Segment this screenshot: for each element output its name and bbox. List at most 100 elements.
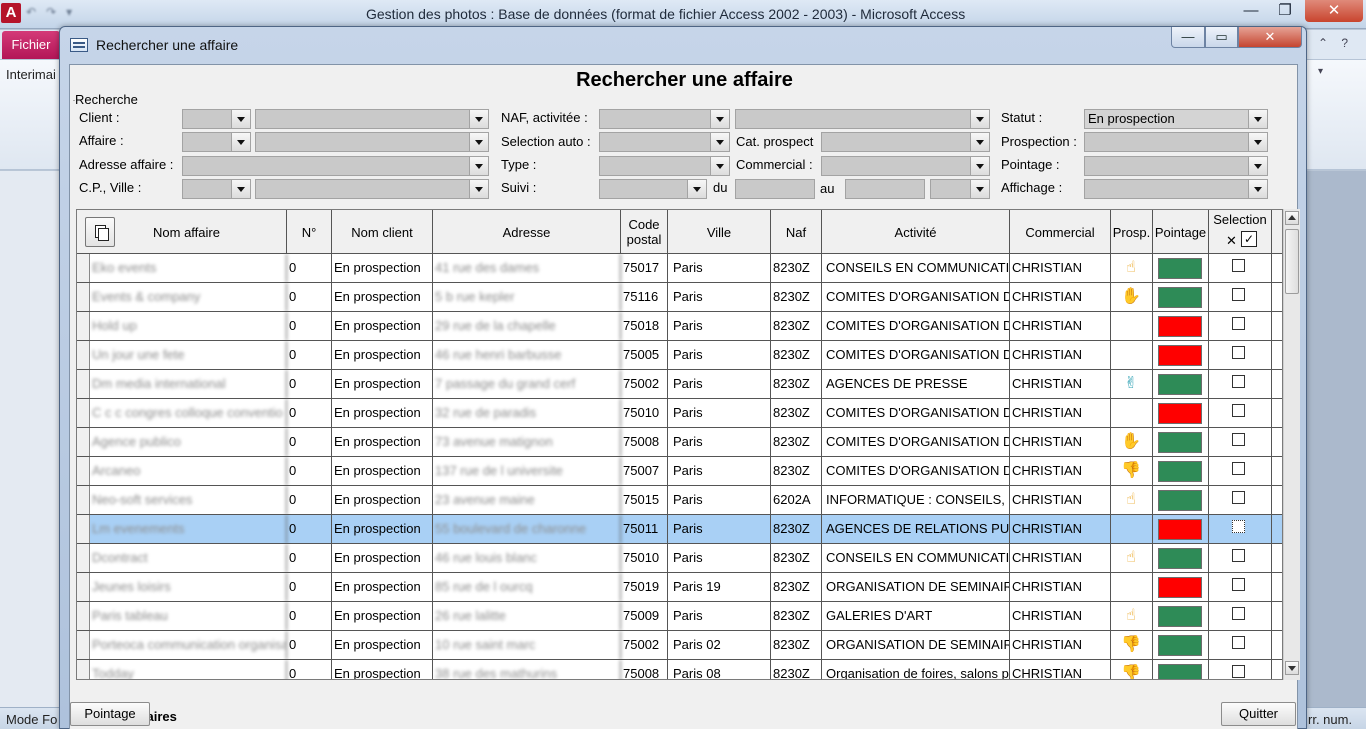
cell-prosp[interactable]: 👎	[1111, 660, 1153, 679]
cell-naf[interactable]: 8230Z	[771, 602, 822, 630]
cell-naf[interactable]: 6202A	[771, 486, 822, 514]
cell-pointage[interactable]	[1153, 515, 1209, 543]
row-selector[interactable]	[77, 399, 90, 427]
cell-nom-affaire[interactable]: C c c congres colloque conventio	[90, 399, 287, 427]
cell-code-postal[interactable]: 75010	[621, 399, 668, 427]
cell-numero[interactable]: 0	[287, 631, 332, 659]
row-selector[interactable]	[77, 544, 90, 572]
cell-naf[interactable]: 8230Z	[771, 312, 822, 340]
suivi-period-combo[interactable]	[930, 179, 990, 199]
app-close-button[interactable]: ✕	[1305, 0, 1363, 22]
row-select-checkbox[interactable]	[1232, 549, 1245, 562]
cell-commercial[interactable]: CHRISTIAN	[1010, 341, 1111, 369]
cell-pointage[interactable]	[1153, 370, 1209, 398]
header-commercial[interactable]: Commercial	[1010, 210, 1111, 254]
cell-commercial[interactable]: CHRISTIAN	[1010, 486, 1111, 514]
chevron-down-icon[interactable]	[469, 133, 488, 151]
cell-code-postal[interactable]: 75018	[621, 312, 668, 340]
header-adresse[interactable]: Adresse	[433, 210, 621, 254]
form-close-button[interactable]: ✕	[1238, 27, 1302, 48]
cell-adresse[interactable]: 73 avenue matignon	[433, 428, 621, 456]
cell-naf[interactable]: 8230Z	[771, 283, 822, 311]
header-numero[interactable]: N°	[287, 210, 332, 254]
cell-nom-affaire[interactable]: Paris tableau	[90, 602, 287, 630]
table-row[interactable]: Hold up 0 En prospection 29 rue de la chape…	[77, 312, 1282, 341]
cell-numero[interactable]: 0	[287, 312, 332, 340]
row-selector[interactable]	[77, 370, 90, 398]
scroll-down-icon[interactable]	[1285, 661, 1299, 675]
cell-prosp[interactable]	[1111, 399, 1153, 427]
cell-commercial[interactable]: CHRISTIAN	[1010, 312, 1111, 340]
cell-commercial[interactable]: CHRISTIAN	[1010, 515, 1111, 543]
access-logo-icon[interactable]: A	[1, 3, 21, 23]
table-row[interactable]: Neo-soft services 0 En prospection 23 avenu…	[77, 486, 1282, 515]
cell-code-postal[interactable]: 75017	[621, 254, 668, 282]
cell-nom-affaire[interactable]: Arcaneo	[90, 457, 287, 485]
adresse-combo[interactable]	[182, 156, 489, 176]
header-ville[interactable]: Ville	[668, 210, 771, 254]
cell-pointage[interactable]	[1153, 341, 1209, 369]
cell-adresse[interactable]: 55 boulevard de charonne	[433, 515, 621, 543]
cell-naf[interactable]: 8230Z	[771, 254, 822, 282]
cell-adresse[interactable]: 85 rue de l ourcq	[433, 573, 621, 601]
row-select-checkbox[interactable]	[1232, 433, 1245, 446]
cell-naf[interactable]: 8230Z	[771, 631, 822, 659]
cell-code-postal[interactable]: 75002	[621, 631, 668, 659]
cell-code-postal[interactable]: 75005	[621, 341, 668, 369]
cell-ville[interactable]: Paris	[668, 370, 771, 398]
table-row[interactable]: C c c congres colloque conventio 0 En pros…	[77, 399, 1282, 428]
cell-commercial[interactable]: CHRISTIAN	[1010, 428, 1111, 456]
row-select-checkbox[interactable]	[1232, 317, 1245, 330]
header-naf[interactable]: Naf	[771, 210, 822, 254]
cell-prosp[interactable]: ☝	[1111, 602, 1153, 630]
cell-commercial[interactable]: CHRISTIAN	[1010, 399, 1111, 427]
chevron-down-icon[interactable]	[970, 110, 989, 128]
row-select-checkbox[interactable]	[1232, 404, 1245, 417]
row-select-checkbox[interactable]	[1232, 636, 1245, 649]
cell-prosp[interactable]: 👎	[1111, 631, 1153, 659]
row-selector[interactable]	[77, 341, 90, 369]
cell-code-postal[interactable]: 75116	[621, 283, 668, 311]
cell-nom-client[interactable]: En prospection	[332, 544, 433, 572]
cell-numero[interactable]: 0	[287, 602, 332, 630]
app-maximize-button[interactable]: ❐	[1270, 0, 1300, 22]
suivi-combo[interactable]	[599, 179, 707, 199]
cell-naf[interactable]: 8230Z	[771, 428, 822, 456]
cell-code-postal[interactable]: 75008	[621, 428, 668, 456]
cell-ville[interactable]: Paris	[668, 515, 771, 543]
tab-fichier[interactable]: Fichier	[2, 31, 60, 59]
chevron-down-icon[interactable]	[1248, 110, 1267, 128]
cell-naf[interactable]: 8230Z	[771, 573, 822, 601]
cell-nom-client[interactable]: En prospection	[332, 370, 433, 398]
cell-prosp[interactable]	[1111, 312, 1153, 340]
cell-pointage[interactable]	[1153, 399, 1209, 427]
date-from-field[interactable]	[735, 179, 815, 199]
cell-adresse[interactable]: 38 rue des mathurins	[433, 660, 621, 679]
table-row[interactable]: Un jour une fete 0 En prospection 46 rue he…	[77, 341, 1282, 370]
cell-ville[interactable]: Paris 02	[668, 631, 771, 659]
cell-nom-client[interactable]: En prospection	[332, 341, 433, 369]
row-select-checkbox[interactable]	[1232, 607, 1245, 620]
undo-icon[interactable]: ↶	[26, 5, 36, 19]
type-combo[interactable]	[599, 156, 730, 176]
table-row[interactable]: Dm media international 0 En prospection 7 p…	[77, 370, 1282, 399]
cell-numero[interactable]: 0	[287, 428, 332, 456]
prospection-combo[interactable]	[1084, 132, 1268, 152]
cell-nom-client[interactable]: En prospection	[332, 660, 433, 679]
cell-adresse[interactable]: 41 rue des dames	[433, 254, 621, 282]
cell-activite[interactable]: CONSEILS EN COMMUNICATION	[822, 254, 1010, 282]
cell-naf[interactable]: 8230Z	[771, 660, 822, 679]
cell-ville[interactable]: Paris	[668, 544, 771, 572]
cell-nom-client[interactable]: En prospection	[332, 283, 433, 311]
ribbon-collapse-icon[interactable]: ⌃	[1318, 36, 1328, 50]
cell-ville[interactable]: Paris	[668, 486, 771, 514]
header-prosp[interactable]: Prosp.	[1111, 210, 1153, 254]
cell-nom-affaire[interactable]: Events & company	[90, 283, 287, 311]
cell-naf[interactable]: 8230Z	[771, 544, 822, 572]
clear-selection-icon[interactable]: ✕	[1223, 232, 1240, 249]
chevron-down-icon[interactable]	[1248, 157, 1267, 175]
cell-nom-client[interactable]: En prospection	[332, 399, 433, 427]
cell-nom-affaire[interactable]: Un jour une fete	[90, 341, 287, 369]
chevron-down-icon[interactable]	[1248, 180, 1267, 198]
cell-ville[interactable]: Paris	[668, 312, 771, 340]
